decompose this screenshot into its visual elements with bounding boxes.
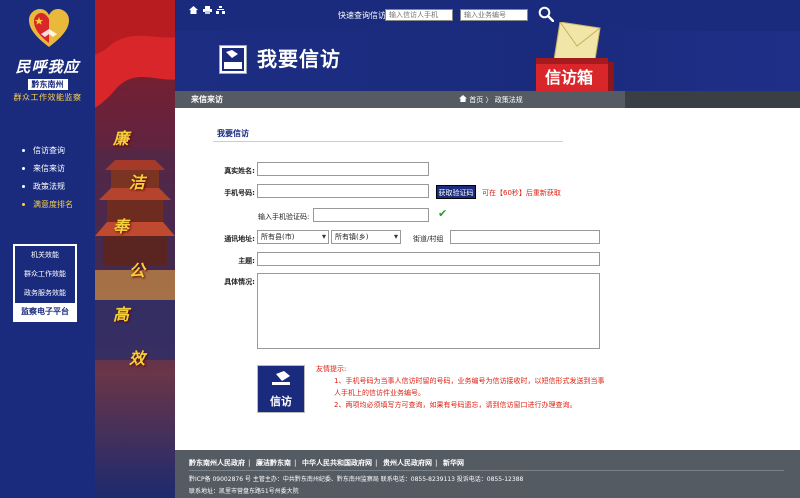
page-banner: 我要信访 <box>175 31 800 91</box>
breadcrumb: 首页 〉 政策法规 <box>459 95 523 105</box>
slogan-char: 奉 <box>113 217 130 236</box>
platform-title: 监察电子平台 <box>15 303 75 320</box>
platform-box: 机关效能 群众工作效能 政务服务效能 监察电子平台 <box>13 244 77 322</box>
slogan: 廉 洁 奉 公 高 效 <box>113 125 149 389</box>
resend-countdown: 可在【60秒】后重新获取 <box>482 189 561 197</box>
detail-label: 具体情况: <box>224 278 255 286</box>
tips-title: 友情提示: <box>316 365 347 373</box>
sidebar-item-letters[interactable]: 来信来访 <box>22 161 73 179</box>
left-sidebar: 民呼我应 黔东南州 群众工作效能监察 信访查询 来信来访 政策法规 满意度排名 … <box>0 0 95 498</box>
name-label: 真实姓名: <box>224 167 255 175</box>
form-divider <box>213 141 563 142</box>
detail-textarea[interactable] <box>257 273 600 349</box>
footer-link-central-gov[interactable]: 中华人民共和国政府网 <box>302 459 372 467</box>
footer-separator: | <box>248 459 251 467</box>
home-icon <box>459 95 469 104</box>
petitioner-phone-input[interactable] <box>385 9 453 21</box>
county-select-value: 所有县(市) <box>261 233 295 241</box>
county-select[interactable]: 所有县(市) <box>257 230 329 244</box>
slogan-char: 高 <box>113 305 130 324</box>
street-field[interactable] <box>450 230 600 244</box>
footer-divider <box>189 470 784 471</box>
subject-label: 主题: <box>238 257 255 265</box>
tips-line-1: 1、手机号码为当事人信访时留的号码，业务编号为信访接收时，以短信形式发送到当事人… <box>334 377 605 397</box>
code-label: 输入手机验证码: <box>258 213 310 221</box>
sidebar-item-policy[interactable]: 政策法规 <box>22 179 73 197</box>
subject-field[interactable] <box>257 252 600 266</box>
tips-line-2: 2、两项均必须填写方可查询，如果有号码遗忘，请到信访窗口进行办理查询。 <box>334 401 577 409</box>
verification-code-field[interactable] <box>313 208 429 222</box>
printer-icon[interactable] <box>202 6 212 16</box>
tips-box: 友情提示: 1、手机号码为当事人信访时留的号码，业务编号为信访接收时，以短信形式… <box>316 363 606 411</box>
breadcrumb-current[interactable]: 政策法规 <box>495 96 523 104</box>
slogan-char: 效 <box>129 349 146 368</box>
logo-text: 民呼我应 黔东南州 群众工作效能监察 <box>0 56 95 103</box>
platform-link-mass-work[interactable]: 群众工作效能 <box>15 265 75 284</box>
slogan-char: 廉 <box>113 129 130 148</box>
top-icons <box>189 6 227 16</box>
sitemap-icon[interactable] <box>216 6 226 16</box>
top-bar: 快速查询信访 <box>175 0 800 31</box>
slogan-char: 洁 <box>129 173 146 192</box>
breadcrumb-separator: 〉 <box>485 96 493 104</box>
petition-notice-icon: 信访 <box>257 365 305 413</box>
sidebar-nav: 信访查询 来信来访 政策法规 满意度排名 <box>22 143 73 215</box>
business-code-input[interactable] <box>460 9 528 21</box>
breadcrumb-home[interactable]: 首页 <box>469 96 483 104</box>
phone-label: 手机号码: <box>224 189 255 197</box>
form-title: 我要信访 <box>217 129 249 138</box>
section-bar: 来信来访 首页 〉 政策法规 <box>175 91 800 108</box>
home-icon[interactable] <box>189 6 198 16</box>
town-select-value: 所有镇(乡) <box>335 233 369 241</box>
petition-badge-icon <box>219 45 247 74</box>
footer-info: 黔ICP备 09002876 号 主管主办：中共黔东南州纪委、黔东南州监察局 联… <box>189 476 524 483</box>
address-label: 通讯地址: <box>224 235 255 243</box>
footer-link-clean-qdn[interactable]: 廉洁黔东南 <box>256 459 291 467</box>
logo-tagline: 群众工作效能监察 <box>13 93 82 102</box>
platform-link-agency[interactable]: 机关效能 <box>15 246 75 265</box>
petition-form: 我要信访 真实姓名: 手机号码: 获取验证码 可在【60秒】后重新获取 输入手机… <box>175 108 800 450</box>
footer-link-xinhua[interactable]: 新华网 <box>443 459 464 467</box>
notice-icon-label: 信访 <box>270 395 292 408</box>
sidebar-item-query[interactable]: 信访查询 <box>22 143 73 161</box>
section-bar-right <box>625 91 800 108</box>
slogan-char: 公 <box>129 261 146 280</box>
quick-query-label: 快速查询信访 <box>338 11 386 20</box>
name-field[interactable] <box>257 162 429 176</box>
section-title: 来信来访 <box>191 95 223 104</box>
footer-links: 黔东南州人民政府 | 廉洁黔东南 | 中华人民共和国政府网 | 贵州人民政府网 | 新华… <box>189 458 467 468</box>
search-icon[interactable] <box>538 6 554 22</box>
check-icon: ✔ <box>438 207 448 220</box>
footer-link-prefecture-gov[interactable]: 黔东南州人民政府 <box>189 459 245 467</box>
logo-region: 黔东南州 <box>27 79 68 90</box>
sidebar-item-ranking[interactable]: 满意度排名 <box>22 197 73 215</box>
page-title: 我要信访 <box>257 47 341 71</box>
get-code-button[interactable]: 获取验证码 <box>436 185 476 199</box>
footer-separator: | <box>435 459 438 467</box>
footer-separator: | <box>294 459 297 467</box>
platform-link-gov-service[interactable]: 政务服务效能 <box>15 284 75 303</box>
mailbox-label: 信访箱 <box>544 68 593 87</box>
footer-separator: | <box>375 459 378 467</box>
logo-main: 民呼我应 <box>15 58 80 76</box>
logo-heart-icon <box>29 9 69 47</box>
decorative-strip: 廉 洁 奉 公 高 效 <box>95 0 175 498</box>
street-label: 街道/村组 <box>413 235 444 243</box>
footer: 黔东南州人民政府 | 廉洁黔东南 | 中华人民共和国政府网 | 贵州人民政府网 | 新华… <box>175 450 800 498</box>
town-select[interactable]: 所有镇(乡) <box>331 230 401 244</box>
footer-address: 联系地址：凯里市营盘东路51号州委大院 <box>189 488 299 495</box>
footer-link-guizhou-gov[interactable]: 贵州人民政府网 <box>383 459 432 467</box>
phone-field[interactable] <box>257 184 429 198</box>
